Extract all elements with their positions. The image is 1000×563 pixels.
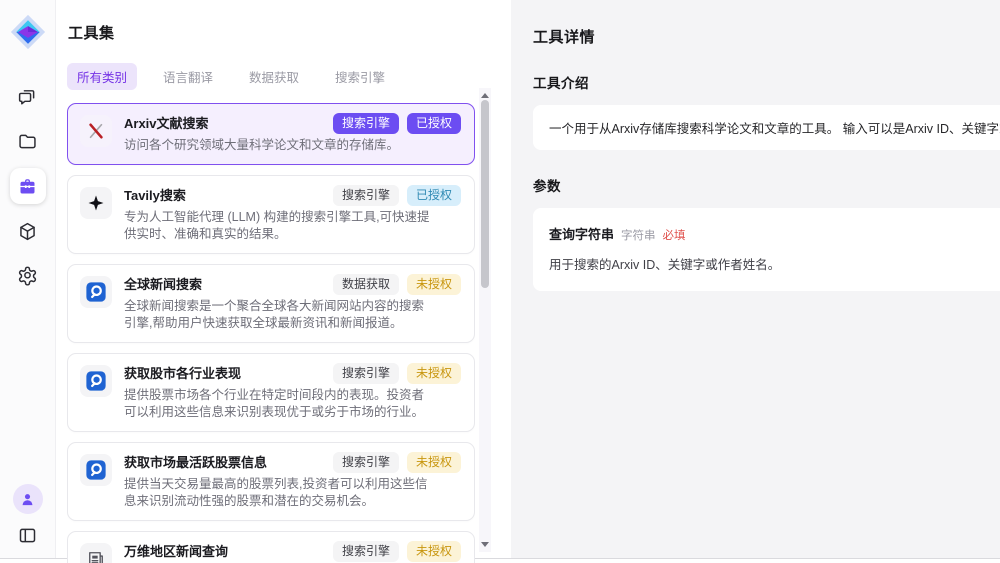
tool-card[interactable]: 获取股市各行业表现搜索引擎未授权提供股票市场各个行业在特定时间段内的表现。投资者… [67,353,475,432]
gear-icon [17,266,38,287]
sidebar-item-files[interactable] [10,123,46,159]
category-badge: 搜索引擎 [333,113,399,134]
newspaper-icon [80,543,112,563]
blue-search-icon [80,365,112,397]
detail-title: 工具详情 [533,26,1000,47]
param-name: 查询字符串 [549,224,614,243]
tool-list-panel: 工具集 所有类别语言翻译数据获取搜索引擎 Arxiv文献搜索搜索引擎已授权访问各… [56,0,511,558]
rail-bottom [13,484,43,558]
tool-intro-card: 一个用于从Arxiv存储库搜索科学论文和文章的工具。 输入可以是Arxiv ID… [533,105,1000,150]
tab-search-engine[interactable]: 搜索引擎 [325,63,395,90]
tool-description: 访问各个研究领域大量科学论文和文章的存储库。 [124,137,461,155]
tool-card[interactable]: 获取市场最活跃股票信息搜索引擎未授权提供当天交易量最高的股票列表,投资者可以利用… [67,442,475,521]
sidebar-item-settings[interactable] [10,258,46,294]
page-title: 工具集 [68,22,511,43]
status-badge: 未授权 [407,541,461,562]
status-badge: 未授权 [407,274,461,295]
tool-card[interactable]: 全球新闻搜索数据获取未授权全球新闻搜索是一个聚合全球各大新闻网站内容的搜索引擎,… [67,264,475,343]
chat-icon [17,86,38,107]
param-type: 字符串 [621,227,656,243]
tab-data-fetch[interactable]: 数据获取 [239,63,309,90]
category-badge: 搜索引擎 [333,363,399,384]
tool-card[interactable]: Tavily搜索搜索引擎已授权专为人工智能代理 (LLM) 构建的搜索引擎工具,… [67,175,475,254]
category-badge: 搜索引擎 [333,185,399,206]
category-badge: 数据获取 [333,274,399,295]
toolbox-icon [17,176,38,197]
sidebar-item-models[interactable] [10,213,46,249]
tool-list: Arxiv文献搜索搜索引擎已授权访问各个研究领域大量科学论文和文章的存储库。Ta… [67,103,475,563]
sidebar-item-chat[interactable] [10,78,46,114]
tab-language-translation[interactable]: 语言翻译 [153,63,223,90]
tool-card[interactable]: Arxiv文献搜索搜索引擎已授权访问各个研究领域大量科学论文和文章的存储库。 [67,103,475,165]
arxiv-icon [80,115,112,147]
category-tabs: 所有类别语言翻译数据获取搜索引擎 [67,63,511,90]
sidebar-item-toolbox[interactable] [10,168,46,204]
tool-description: 专为人工智能代理 (LLM) 构建的搜索引擎工具,可快速提供实时、准确和真实的结… [124,209,461,244]
status-badge: 已授权 [407,185,461,206]
status-badge: 未授权 [407,452,461,473]
tool-title: Tavily搜索 [124,185,325,204]
rail-nav [10,78,46,294]
blue-search-icon [80,276,112,308]
tool-description: 提供当天交易量最高的股票列表,投资者可以利用这些信息来识别流动性强的股票和潜在的… [124,476,461,511]
tool-title: 获取股市各行业表现 [124,363,325,382]
tool-title: 万维地区新闻查询 [124,541,325,560]
param-card: 查询字符串 字符串 必填 用于搜索的Arxiv ID、关键字或作者姓名。 [533,208,1000,291]
scroll-up-arrow-icon[interactable] [481,93,489,98]
category-badge: 搜索引擎 [333,452,399,473]
package-icon [17,221,38,242]
status-badge: 已授权 [407,113,461,134]
tool-card[interactable]: 万维地区新闻查询搜索引擎未授权查询具体行政区划内的新闻,快速了解各地新闻动 [67,531,475,563]
user-icon [19,491,36,508]
tab-all-categories[interactable]: 所有类别 [67,63,137,90]
tool-title: 全球新闻搜索 [124,274,325,293]
scroll-down-arrow-icon[interactable] [481,542,489,547]
sparkle-icon [80,187,112,219]
params-heading: 参数 [533,175,1000,195]
folder-icon [17,131,38,152]
tool-description: 全球新闻搜索是一个聚合全球各大新闻网站内容的搜索引擎,帮助用户快速获取全球最新资… [124,298,461,333]
blue-search-icon [80,454,112,486]
category-badge: 搜索引擎 [333,541,399,562]
tool-detail-panel: 工具详情 工具介绍 一个用于从Arxiv存储库搜索科学论文和文章的工具。 输入可… [511,0,1000,558]
param-required-badge: 必填 [663,227,686,243]
app-window: 工具集 所有类别语言翻译数据获取搜索引擎 Arxiv文献搜索搜索引擎已授权访问各… [0,0,1000,559]
left-rail [0,0,56,558]
tool-description: 提供股票市场各个行业在特定时间段内的表现。投资者可以利用这些信息来识别表现优于或… [124,387,461,422]
list-scrollbar[interactable] [479,88,491,552]
param-description: 用于搜索的Arxiv ID、关键字或作者姓名。 [549,254,1000,273]
scrollbar-thumb[interactable] [481,100,489,288]
status-badge: 未授权 [407,363,461,384]
tool-title: Arxiv文献搜索 [124,113,325,132]
tool-title: 获取市场最活跃股票信息 [124,452,325,471]
gem-logo-icon [9,10,47,54]
panel-toggle-icon[interactable] [17,525,38,546]
user-avatar[interactable] [13,484,43,514]
intro-heading: 工具介绍 [533,72,1000,92]
